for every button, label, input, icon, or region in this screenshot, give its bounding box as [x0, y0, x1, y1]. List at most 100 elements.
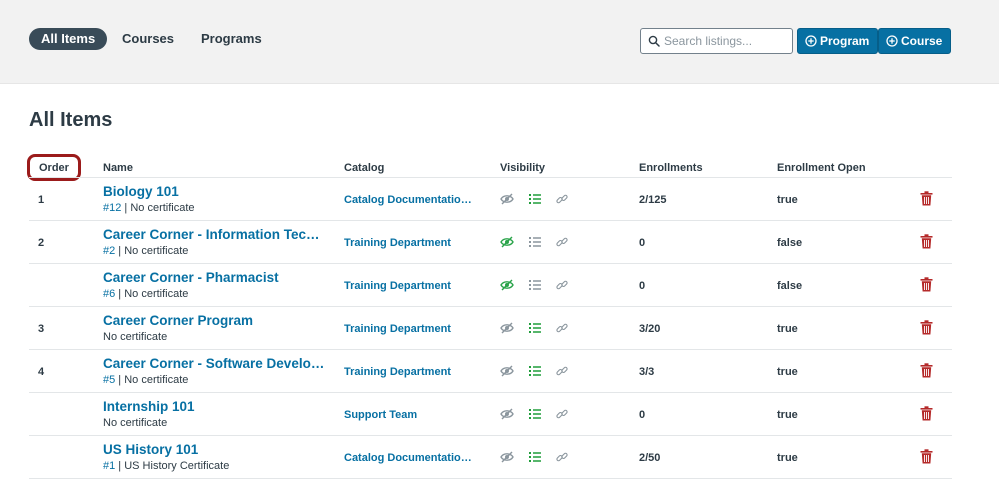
search-box: [640, 28, 793, 54]
item-certificate: | No certificate: [115, 288, 189, 300]
item-ref-link[interactable]: #5: [103, 374, 115, 386]
enrollment-open-value: true: [777, 323, 798, 335]
item-meta: #1 | US History Certificate: [103, 460, 229, 472]
link-icon[interactable]: [555, 192, 569, 206]
table-row: 4 Career Corner - Software Develop… #5 | N…: [0, 350, 999, 393]
item-name-link[interactable]: Career Corner - Software Develop…: [103, 356, 325, 371]
enrollment-open-value: true: [777, 452, 798, 464]
item-certificate: | No certificate: [121, 202, 195, 214]
add-program-label: Program: [820, 34, 870, 48]
eye-icon[interactable]: [500, 450, 514, 464]
eye-icon[interactable]: [500, 407, 514, 421]
item-name-link[interactable]: Biology 101: [103, 184, 179, 199]
eye-icon[interactable]: [500, 364, 514, 378]
trash-icon[interactable]: [920, 277, 933, 292]
column-header-catalog: Catalog: [344, 162, 385, 174]
item-meta: #12 | No certificate: [103, 202, 195, 214]
item-ref-link[interactable]: #12: [103, 202, 121, 214]
column-header-visibility: Visibility: [500, 162, 546, 174]
list-icon[interactable]: [528, 364, 542, 378]
item-certificate: No certificate: [103, 417, 168, 429]
table-row: 2 Career Corner - Information Tech… #2 | N…: [0, 221, 999, 264]
item-name-link[interactable]: Career Corner Program: [103, 313, 253, 328]
item-certificate: No certificate: [103, 331, 168, 343]
add-course-label: Course: [901, 34, 943, 48]
item-name-link[interactable]: Internship 101: [103, 399, 195, 414]
row-order: 1: [38, 194, 45, 206]
row-order: 4: [38, 366, 45, 378]
add-course-button[interactable]: Course: [878, 28, 952, 54]
item-meta: #5 | No certificate: [103, 374, 188, 386]
enrollment-open-value: true: [777, 194, 798, 206]
trash-icon[interactable]: [920, 449, 933, 464]
search-icon: [648, 35, 660, 47]
enrollment-open-value: false: [777, 280, 803, 292]
enrollment-count: 0: [639, 280, 646, 292]
trash-icon[interactable]: [920, 320, 933, 335]
item-name-link[interactable]: US History 101: [103, 442, 198, 457]
list-icon[interactable]: [528, 450, 542, 464]
tab-programs[interactable]: Programs: [189, 28, 274, 50]
enrollment-open-value: true: [777, 366, 798, 378]
column-header-enrollment-open: Enrollment Open: [777, 162, 866, 174]
table-row: 1 Biology 101 #12 | No certificate Catalog …: [0, 178, 999, 221]
page-title: All Items: [29, 109, 113, 131]
enrollment-count: 3/20: [639, 323, 661, 335]
table-row: 3 Career Corner Program No certificate Trai…: [0, 307, 999, 350]
plus-circle-icon: [805, 35, 817, 47]
list-icon[interactable]: [528, 407, 542, 421]
trash-icon[interactable]: [920, 406, 933, 421]
catalog-link[interactable]: Training Department: [344, 237, 451, 249]
enrollment-open-value: false: [777, 237, 803, 249]
eye-icon[interactable]: [500, 235, 514, 249]
tab-courses[interactable]: Courses: [110, 28, 186, 50]
table-row: Career Corner - Pharmacist #6 | No certif…: [0, 264, 999, 307]
enrollment-count: 2/50: [639, 452, 661, 464]
eye-icon[interactable]: [500, 192, 514, 206]
row-order: 3: [38, 323, 45, 335]
top-toolbar: All Items Courses Programs Program Cours…: [0, 0, 999, 84]
column-header-name: Name: [103, 162, 133, 174]
item-certificate: | US History Certificate: [115, 460, 230, 472]
tab-all-items[interactable]: All Items: [29, 28, 108, 50]
link-icon[interactable]: [555, 278, 569, 292]
trash-icon[interactable]: [920, 363, 933, 378]
trash-icon[interactable]: [920, 191, 933, 206]
catalog-link[interactable]: Support Team: [344, 409, 417, 421]
catalog-link[interactable]: Training Department: [344, 323, 451, 335]
item-name-link[interactable]: Career Corner - Information Tech…: [103, 227, 325, 242]
eye-icon[interactable]: [500, 321, 514, 335]
enrollment-count: 2/125: [639, 194, 667, 206]
trash-icon[interactable]: [920, 234, 933, 249]
link-icon[interactable]: [555, 407, 569, 421]
catalog-link[interactable]: Training Department: [344, 366, 451, 378]
list-icon[interactable]: [528, 192, 542, 206]
item-ref-link[interactable]: #2: [103, 245, 115, 257]
enrollment-count: 3/3: [639, 366, 655, 378]
plus-circle-icon: [886, 35, 898, 47]
catalog-link[interactable]: Training Department: [344, 280, 451, 292]
item-meta: #6 | No certificate: [103, 288, 188, 300]
link-icon[interactable]: [555, 235, 569, 249]
add-program-button[interactable]: Program: [797, 28, 879, 54]
item-name-link[interactable]: Career Corner - Pharmacist: [103, 270, 279, 285]
item-meta: No certificate: [103, 417, 167, 429]
search-input[interactable]: [664, 32, 789, 50]
link-icon[interactable]: [555, 321, 569, 335]
link-icon[interactable]: [555, 364, 569, 378]
list-icon[interactable]: [528, 278, 542, 292]
item-ref-link[interactable]: #6: [103, 288, 115, 300]
table-row: US History 101 #1 | US History Certificat…: [0, 436, 999, 479]
catalog-link[interactable]: Catalog Documentation …: [344, 452, 478, 464]
column-header-order[interactable]: Order: [39, 160, 69, 176]
row-order: 2: [38, 237, 45, 249]
item-ref-link[interactable]: #1: [103, 460, 115, 472]
enrollment-open-value: true: [777, 409, 798, 421]
link-icon[interactable]: [555, 450, 569, 464]
list-icon[interactable]: [528, 321, 542, 335]
eye-icon[interactable]: [500, 278, 514, 292]
list-icon[interactable]: [528, 235, 542, 249]
item-certificate: | No certificate: [115, 245, 189, 257]
catalog-link[interactable]: Catalog Documentation …: [344, 194, 478, 206]
item-meta: No certificate: [103, 331, 167, 343]
